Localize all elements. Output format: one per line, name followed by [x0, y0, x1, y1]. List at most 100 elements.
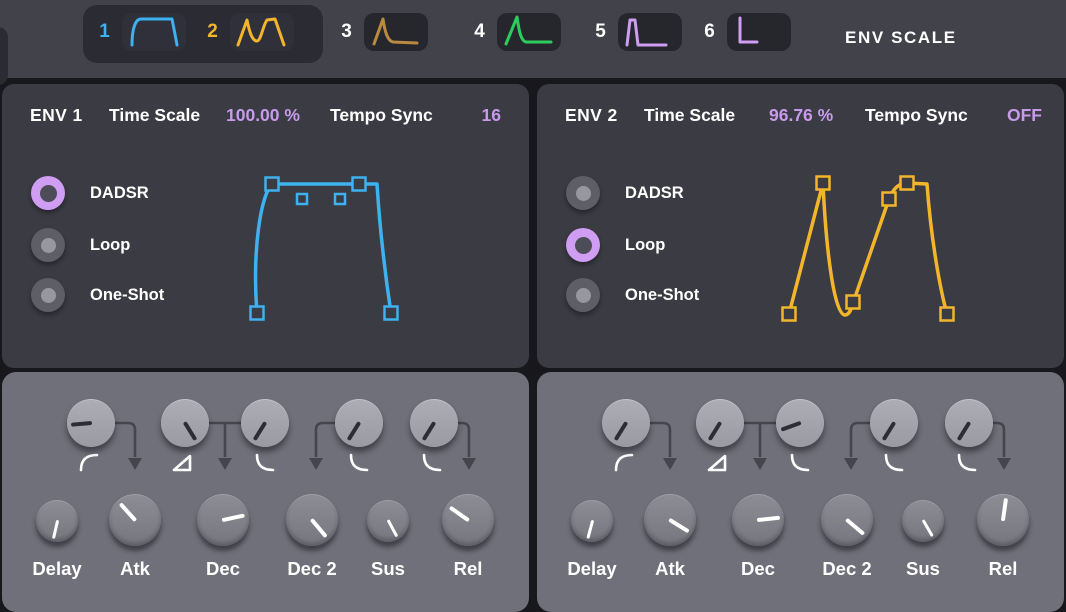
envelope-handle[interactable]: [901, 177, 914, 190]
decay2-knob-label: Dec 2: [822, 558, 871, 580]
tab-number: 1: [97, 21, 112, 43]
flow-connector: [741, 423, 779, 457]
delay-curve-knob[interactable]: [67, 399, 115, 447]
envelope-curve: [789, 183, 947, 315]
env2-curve-editor[interactable]: [537, 84, 1064, 368]
envelope-shape-1-icon: [124, 12, 184, 52]
release-knob[interactable]: [977, 494, 1029, 546]
rise-curve-icon: [81, 455, 97, 470]
env1-curve-editor[interactable]: [2, 84, 529, 368]
fall-curve-icon: [886, 455, 902, 470]
attack-curve-knob[interactable]: [696, 399, 744, 447]
down-arrow-icon: [218, 458, 232, 470]
down-arrow-icon: [462, 458, 476, 470]
down-arrow-icon: [309, 458, 323, 470]
down-arrow-icon: [753, 458, 767, 470]
release-knob[interactable]: [442, 494, 494, 546]
release-curve-knob[interactable]: [410, 399, 458, 447]
envelope-curve: [256, 184, 391, 313]
tab-icon-box: [122, 13, 186, 51]
knob-indicator: [781, 421, 802, 432]
fall-curve-icon: [792, 455, 808, 470]
decay-curve-knob[interactable]: [776, 399, 824, 447]
tab-env-5[interactable]: 5: [593, 13, 682, 51]
envelope-handle[interactable]: [883, 193, 896, 206]
decay-knob-label: Dec: [741, 558, 775, 580]
down-arrow-icon: [844, 458, 858, 470]
tab-env-1[interactable]: 1: [97, 13, 186, 51]
down-arrow-icon: [663, 458, 677, 470]
envelope-handle[interactable]: [353, 178, 366, 191]
attack-knob[interactable]: [644, 494, 696, 546]
tab-env-4[interactable]: 4: [472, 13, 561, 51]
envelope-shape-3-icon: [366, 12, 426, 52]
envelope-handle[interactable]: [266, 178, 279, 191]
decay2-curve-knob[interactable]: [335, 399, 383, 447]
fall-curve-icon: [424, 455, 440, 470]
envelope-tab-bar: 1 2 3 4: [0, 0, 1066, 78]
decay-knob[interactable]: [732, 494, 784, 546]
attack-knob-label: Atk: [120, 558, 150, 580]
triangle-curve-icon: [174, 456, 190, 470]
env2-knob-panel: Delay Atk Dec Dec 2 Sus Rel: [537, 372, 1064, 612]
down-arrow-icon: [997, 458, 1011, 470]
tab-number: 3: [339, 21, 354, 43]
sustain-knob-label: Sus: [371, 558, 405, 580]
knob-indicator: [347, 421, 362, 441]
decay2-knob-label: Dec 2: [287, 558, 336, 580]
flow-connector: [649, 423, 670, 457]
tab-env-2[interactable]: 2: [205, 13, 294, 51]
delay-knob[interactable]: [36, 500, 78, 542]
sustain-knob[interactable]: [902, 500, 944, 542]
knob-indicator: [757, 516, 780, 522]
knob-indicator: [921, 519, 933, 537]
decay2-curve-knob[interactable]: [870, 399, 918, 447]
knob-indicator: [310, 518, 328, 538]
envelope-handle[interactable]: [783, 308, 796, 321]
fall-curve-icon: [959, 455, 975, 470]
envelope-handle[interactable]: [817, 177, 830, 190]
fall-curve-icon: [351, 455, 367, 470]
knob-indicator: [449, 506, 470, 522]
decay2-knob[interactable]: [286, 494, 338, 546]
envelope-handle[interactable]: [847, 296, 860, 309]
attack-curve-knob[interactable]: [161, 399, 209, 447]
env-editor-screen: 1 2 3 4: [0, 0, 1066, 612]
decay-curve-knob[interactable]: [241, 399, 289, 447]
env1-panel: ENV 1 Time Scale 100.00 % Tempo Sync 16 …: [2, 84, 529, 368]
release-knob-label: Rel: [454, 558, 483, 580]
envelope-shape-6-icon: [729, 12, 789, 52]
fall-curve-icon: [257, 455, 273, 470]
knob-indicator: [52, 520, 60, 539]
envelope-shape-4-icon: [499, 12, 559, 52]
attack-knob[interactable]: [109, 494, 161, 546]
tab-icon-box: [364, 13, 428, 51]
sustain-knob[interactable]: [367, 500, 409, 542]
env2-panel: ENV 2 Time Scale 96.76 % Tempo Sync OFF …: [537, 84, 1064, 368]
env-scale-label: ENV SCALE: [845, 28, 957, 48]
knob-indicator: [957, 421, 972, 441]
knob-indicator: [71, 421, 92, 427]
knob-indicator: [422, 421, 437, 441]
envelope-handle[interactable]: [335, 194, 345, 204]
flow-connector: [114, 423, 135, 457]
tab-number: 6: [702, 21, 717, 43]
adjacent-tab-group-edge: [0, 27, 8, 85]
sustain-knob-label: Sus: [906, 558, 940, 580]
decay-knob[interactable]: [197, 494, 249, 546]
knob-indicator: [386, 519, 398, 537]
knob-indicator: [1001, 498, 1008, 521]
tab-icon-box: [230, 13, 294, 51]
envelope-handle[interactable]: [941, 308, 954, 321]
envelope-handle[interactable]: [297, 194, 307, 204]
envelope-handle[interactable]: [251, 307, 264, 320]
tab-env-6[interactable]: 6: [702, 13, 791, 51]
release-curve-knob[interactable]: [945, 399, 993, 447]
knob-indicator: [845, 518, 865, 536]
envelope-handle[interactable]: [385, 307, 398, 320]
delay-curve-knob[interactable]: [602, 399, 650, 447]
delay-knob[interactable]: [571, 500, 613, 542]
delay-knob-label: Delay: [567, 558, 616, 580]
decay2-knob[interactable]: [821, 494, 873, 546]
tab-env-3[interactable]: 3: [339, 13, 428, 51]
